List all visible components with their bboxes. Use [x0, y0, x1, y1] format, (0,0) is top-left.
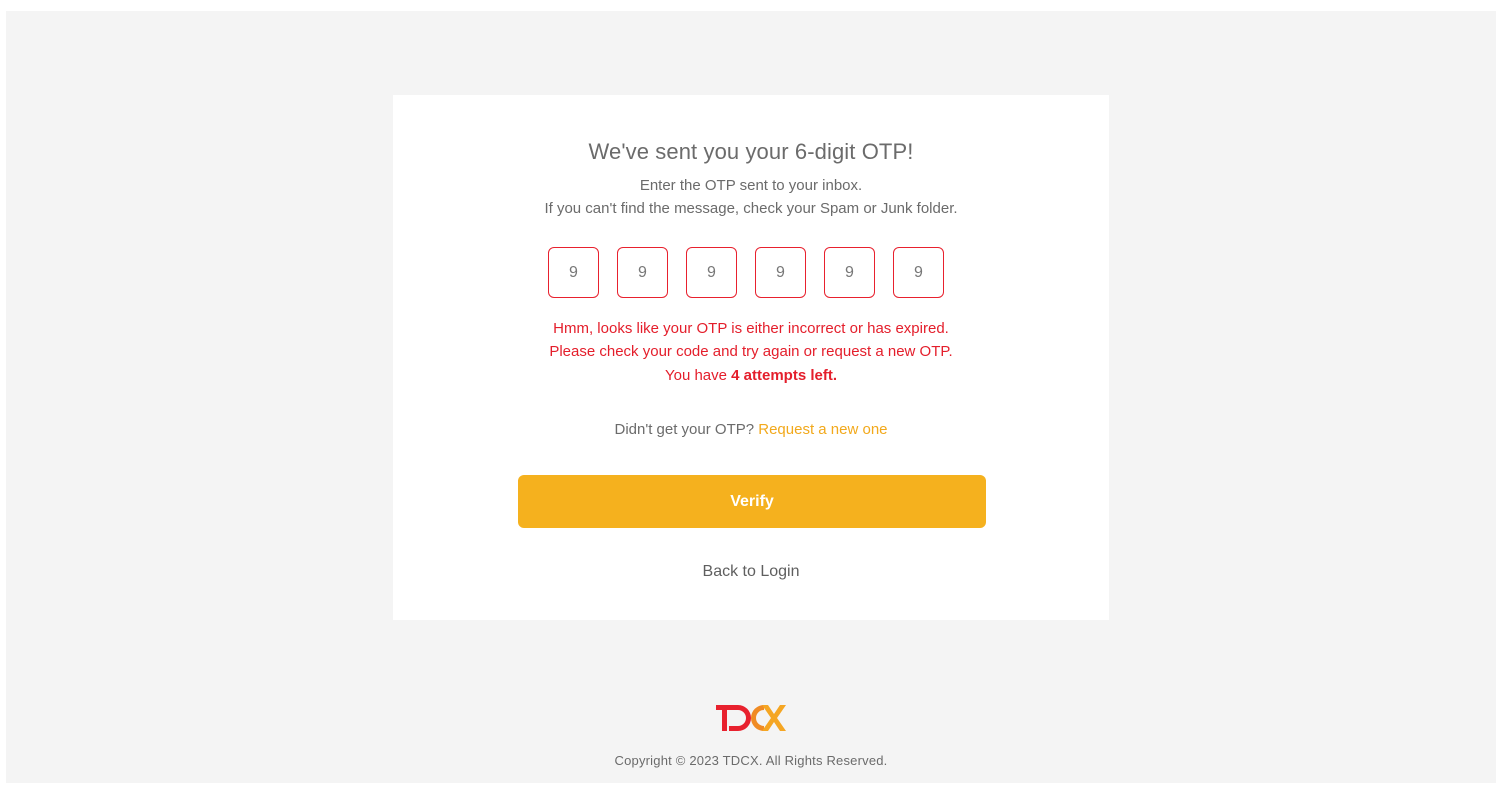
- subtitle-line-1: Enter the OTP sent to your inbox.: [639, 177, 863, 194]
- otp-digit-input-4[interactable]: 9: [755, 247, 806, 298]
- logo-letter-c: [751, 705, 764, 731]
- otp-digit-input-6[interactable]: 9: [893, 247, 944, 298]
- error-message-line-3: You have 4 attempts left.: [393, 366, 1109, 386]
- tdcx-logo: [716, 705, 786, 731]
- otp-digit-input-2[interactable]: 9: [617, 247, 668, 298]
- resend-prompt: Didn't get your OTP? Request a new one: [393, 420, 1109, 440]
- request-new-otp-link[interactable]: Request a new one: [758, 421, 887, 438]
- otp-digit-input-1[interactable]: 9: [548, 247, 599, 298]
- logo-letter-x: [762, 705, 786, 731]
- logo-letter-d: [729, 705, 751, 731]
- otp-input-group: 9 9 9 9 9 9: [548, 247, 944, 298]
- attempts-prefix: You have: [664, 367, 732, 384]
- page-background: We've sent you your 6-digit OTP! Enter t…: [6, 11, 1496, 783]
- otp-digit-input-3[interactable]: 9: [686, 247, 737, 298]
- subtitle-line-2: If you can't find the message, check you…: [544, 200, 958, 217]
- copyright-text: Copyright © 2023 TDCX. All Rights Reserv…: [614, 753, 888, 768]
- verify-button[interactable]: Verify: [518, 475, 986, 528]
- resend-prompt-text: Didn't get your OTP?: [614, 421, 759, 438]
- error-message-line-2: Please check your code and try again or …: [549, 343, 953, 360]
- error-message-line-1: Hmm, looks like your OTP is either incor…: [553, 320, 949, 337]
- back-to-login-link[interactable]: Back to Login: [393, 562, 1109, 582]
- page-title: We've sent you your 6-digit OTP!: [588, 139, 914, 164]
- attempts-left: 4 attempts left.: [731, 367, 838, 384]
- otp-digit-input-5[interactable]: 9: [824, 247, 875, 298]
- otp-card: We've sent you your 6-digit OTP! Enter t…: [393, 95, 1109, 620]
